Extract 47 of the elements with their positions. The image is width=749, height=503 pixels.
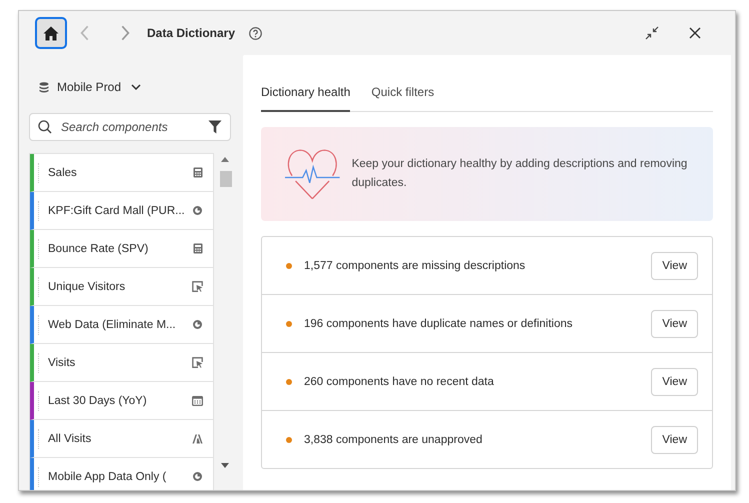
- search-icon: [38, 120, 52, 134]
- search-field[interactable]: Search components: [29, 113, 231, 141]
- scroll-down-icon[interactable]: [221, 463, 229, 468]
- minimize-icon[interactable]: [645, 26, 659, 40]
- tab[interactable]: Dictionary health: [261, 77, 350, 112]
- component-item[interactable]: KPF:Gift Card Mall (PUR...: [30, 192, 213, 230]
- tab[interactable]: Quick filters: [371, 77, 434, 112]
- chevron-down-icon: [131, 84, 142, 90]
- issue-text: 196 components have duplicate names or definitions: [304, 318, 574, 330]
- database-icon: [39, 82, 49, 92]
- component-item[interactable]: Last 30 Days (YoY): [30, 382, 213, 420]
- issue-text: 260 components have no recent data: [304, 376, 495, 388]
- scroll-up-icon[interactable]: [221, 157, 229, 162]
- help-icon[interactable]: [249, 26, 262, 40]
- data-view-dropdown[interactable]: Mobile Prod: [39, 77, 142, 97]
- home-icon: [43, 26, 59, 40]
- status-dot: [286, 378, 292, 384]
- status-dot: [286, 320, 292, 326]
- component-item[interactable]: Web Data (Eliminate M...: [30, 306, 213, 344]
- view-button[interactable]: View: [651, 310, 698, 338]
- scrollbar-thumb[interactable]: [220, 171, 232, 187]
- close-icon[interactable]: [689, 27, 701, 39]
- calculator-icon: [193, 243, 203, 254]
- calendar-icon: [192, 396, 203, 406]
- status-dot: [286, 436, 292, 442]
- component-item[interactable]: Bounce Rate (SPV): [30, 230, 213, 268]
- a-shape-icon: [192, 434, 203, 444]
- issue-text: 3,838 components are unapproved: [304, 434, 484, 446]
- view-button[interactable]: View: [651, 368, 698, 396]
- view-button[interactable]: View: [651, 252, 698, 280]
- component-item[interactable]: Sales: [30, 154, 213, 192]
- segment-icon: [192, 205, 203, 216]
- component-item[interactable]: All Visits: [30, 420, 213, 458]
- issue-text: 1,577 components are missing descriptions: [304, 260, 526, 272]
- status-dot: [286, 262, 292, 268]
- banner-text: Keep your dictionary healthy by adding descriptions and removing duplicates.: [352, 157, 688, 191]
- dialog-title: Data Dictionary: [147, 26, 236, 40]
- pointer-box-icon: [192, 357, 203, 368]
- filter-icon[interactable]: [208, 120, 222, 134]
- segment-icon: [192, 471, 203, 482]
- pointer-box-icon: [192, 281, 203, 292]
- home-button[interactable]: [35, 17, 67, 49]
- segment-icon: [192, 319, 203, 330]
- component-item[interactable]: Visits: [30, 344, 213, 382]
- component-item[interactable]: Unique Visitors: [30, 268, 213, 306]
- calculator-icon: [193, 167, 203, 178]
- view-button[interactable]: View: [651, 426, 698, 454]
